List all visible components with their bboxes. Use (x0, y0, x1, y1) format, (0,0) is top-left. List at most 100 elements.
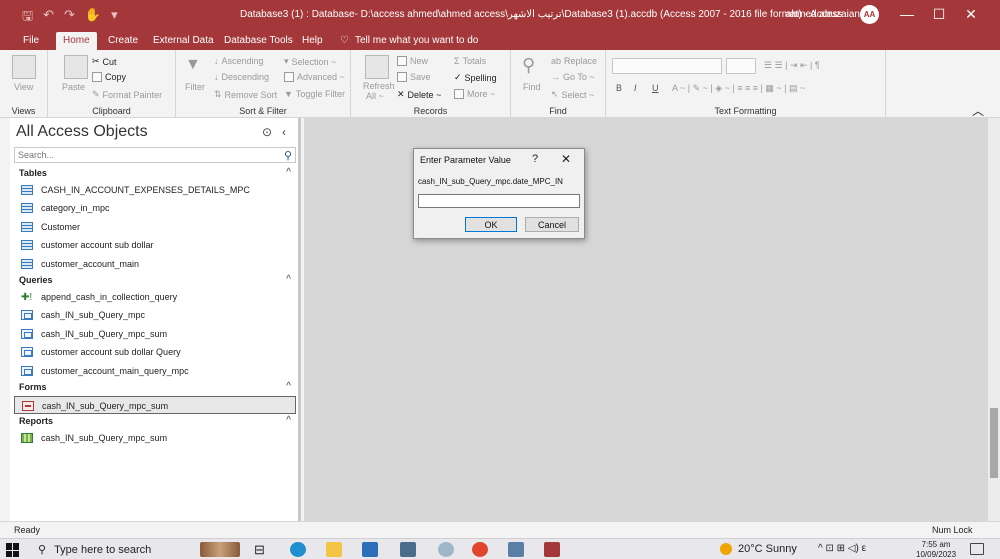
refresh-all-dropdown[interactable]: All ~ (366, 91, 384, 101)
toggle-filter-button[interactable]: ▼ Toggle Filter (284, 89, 345, 99)
descending-button[interactable]: ↓ Descending (214, 72, 269, 82)
list-item-query[interactable]: cash_IN_sub_Query_mpc_sum (14, 325, 296, 343)
tab-file[interactable]: File (16, 32, 46, 50)
close-button[interactable]: ✕ (958, 4, 984, 24)
copy-button[interactable]: Copy (92, 72, 126, 82)
mail-icon[interactable] (362, 542, 378, 557)
windows-start-icon[interactable] (6, 543, 20, 557)
goto-button[interactable]: → Go To ~ (551, 72, 595, 82)
access-app-icon[interactable] (544, 542, 560, 557)
ok-button[interactable]: OK (465, 217, 517, 232)
refresh-button[interactable]: Refresh (363, 81, 395, 91)
list-item-query[interactable]: customer_account_main_query_mpc (14, 362, 296, 380)
paste-icon[interactable] (64, 55, 88, 79)
delete-record-button[interactable]: ✕ Delete ~ (397, 89, 441, 100)
nav-section-forms[interactable]: Forms ^ (10, 379, 301, 395)
list-item-table[interactable]: CASH_IN_ACCOUNT_EXPENSES_DETAILS_MPC (14, 181, 296, 199)
view-button[interactable]: View (14, 82, 33, 92)
filter-funnel-icon[interactable]: ▼ (185, 56, 201, 74)
shutter-bar-close-icon[interactable]: ‹ (282, 125, 286, 139)
view-icon[interactable] (12, 55, 36, 79)
search-icon[interactable]: ⚲ (284, 149, 292, 162)
save-record-button[interactable]: Save (397, 72, 431, 82)
cut-button[interactable]: ✂ Cut (92, 56, 117, 67)
scrollbar-thumb[interactable] (990, 408, 998, 478)
more-button[interactable]: More ~ (454, 89, 495, 99)
list-item-table[interactable]: Customer (14, 218, 296, 236)
cancel-button[interactable]: Cancel (525, 217, 579, 232)
font-size-combo[interactable] (726, 58, 756, 74)
nav-section-reports[interactable]: Reports ^ (10, 413, 301, 429)
list-item-table[interactable]: category_in_mpc (14, 199, 296, 217)
save-icon[interactable]: 🖫 (22, 7, 33, 29)
paste-button[interactable]: Paste (62, 82, 85, 92)
find-button[interactable]: Find (523, 82, 541, 92)
nav-search-input[interactable] (15, 148, 265, 162)
list-item-table[interactable]: customer account sub dollar (14, 236, 296, 254)
network-app-icon[interactable] (508, 542, 524, 557)
collapse-forms-icon[interactable]: ^ (286, 379, 291, 395)
selection-button[interactable]: ▾ Selection ~ (284, 56, 336, 67)
underline-button[interactable]: U (652, 83, 659, 93)
replace-button[interactable]: ab Replace (551, 56, 597, 66)
list-item-form[interactable]: cash_IN_sub_Query_mpc_sum (14, 396, 296, 414)
chrome-icon[interactable] (472, 542, 488, 557)
file-explorer-icon[interactable] (326, 542, 342, 557)
collapse-reports-icon[interactable]: ^ (286, 413, 291, 429)
list-buttons[interactable]: ☰ ☰ | ⇥ ⇤ | ¶ (764, 60, 820, 71)
nav-menu-icon[interactable]: ⊙ (262, 125, 272, 139)
font-name-combo[interactable] (612, 58, 722, 74)
undo-icon[interactable]: ↶ (43, 7, 54, 29)
dialog-close-icon[interactable]: ✕ (561, 152, 571, 166)
refresh-icon[interactable] (365, 55, 389, 79)
customize-qat-icon[interactable]: ▾ (111, 7, 118, 29)
collapse-tables-icon[interactable]: ^ (286, 165, 291, 181)
new-record-button[interactable]: New (397, 56, 428, 66)
weather-widget[interactable]: 20°C Sunny (720, 543, 797, 555)
list-item-report[interactable]: cash_IN_sub_Query_mpc_sum (14, 429, 296, 447)
taskbar-search[interactable]: ⚲ Type here to search (30, 539, 190, 559)
collapse-ribbon-icon[interactable]: ︿ (972, 102, 984, 119)
tab-home[interactable]: Home (56, 32, 97, 50)
calculator-icon[interactable] (400, 542, 416, 557)
snipping-tool-icon[interactable] (438, 542, 454, 557)
search-highlight-icon[interactable] (200, 542, 240, 557)
list-item-query[interactable]: ✚! append_cash_in_collection_query (14, 288, 296, 306)
tab-create[interactable]: Create (101, 32, 145, 50)
format-painter-button[interactable]: ✎ Format Painter (92, 89, 162, 100)
vertical-scrollbar[interactable] (988, 118, 1000, 521)
parameter-value-input[interactable] (418, 194, 580, 208)
list-item-query[interactable]: customer account sub dollar Query (14, 343, 296, 361)
tab-external-data[interactable]: External Data (146, 32, 221, 50)
redo-icon[interactable]: ↷ (64, 7, 75, 29)
italic-button[interactable]: I (634, 83, 637, 93)
filter-button[interactable]: Filter (185, 82, 205, 92)
nav-section-queries[interactable]: Queries ^ (10, 272, 301, 288)
bold-button[interactable]: B (616, 83, 622, 93)
list-item-query[interactable]: cash_IN_sub_Query_mpc (14, 306, 296, 324)
help-icon[interactable]: ? (532, 153, 538, 165)
maximize-button[interactable]: ☐ (926, 4, 952, 24)
touch-mode-icon[interactable]: ✋ (85, 7, 101, 29)
minimize-button[interactable]: — (894, 4, 920, 24)
advanced-button[interactable]: Advanced ~ (284, 72, 345, 82)
list-item-table[interactable]: customer_account_main (14, 255, 296, 273)
totals-button[interactable]: Σ Totals (454, 56, 486, 66)
system-tray[interactable]: ^ ⊡ ⊞ ◁) ε (818, 543, 866, 554)
taskbar-clock[interactable]: 7:55 am 10/09/2023 (916, 540, 956, 559)
find-magnifier-icon[interactable]: ⚲ (522, 55, 535, 76)
nav-pane-title[interactable]: All Access Objects (16, 123, 148, 141)
nav-section-tables[interactable]: Tables ^ (10, 165, 301, 181)
notification-icon[interactable] (970, 543, 984, 555)
remove-sort-button[interactable]: ⇅ Remove Sort (214, 89, 277, 100)
font-color-buttons[interactable]: A ~ | ✎ ~ | ◈ ~ | ≡ ≡ ≡ | ▦ ~ | ▤ ~ (672, 83, 805, 94)
spelling-button[interactable]: ✓ Spelling (454, 72, 497, 83)
tab-database-tools[interactable]: Database Tools (217, 32, 300, 50)
avatar[interactable]: AA (860, 5, 879, 24)
tell-me-search[interactable]: ♡ Tell me what you want to do (340, 32, 478, 50)
collapse-queries-icon[interactable]: ^ (286, 272, 291, 288)
edge-icon[interactable] (290, 542, 306, 557)
task-view-icon[interactable]: ⊟ (254, 542, 270, 557)
select-button[interactable]: ↖ Select ~ (551, 89, 594, 100)
user-name[interactable]: ahmed abuzaiana (786, 9, 866, 20)
